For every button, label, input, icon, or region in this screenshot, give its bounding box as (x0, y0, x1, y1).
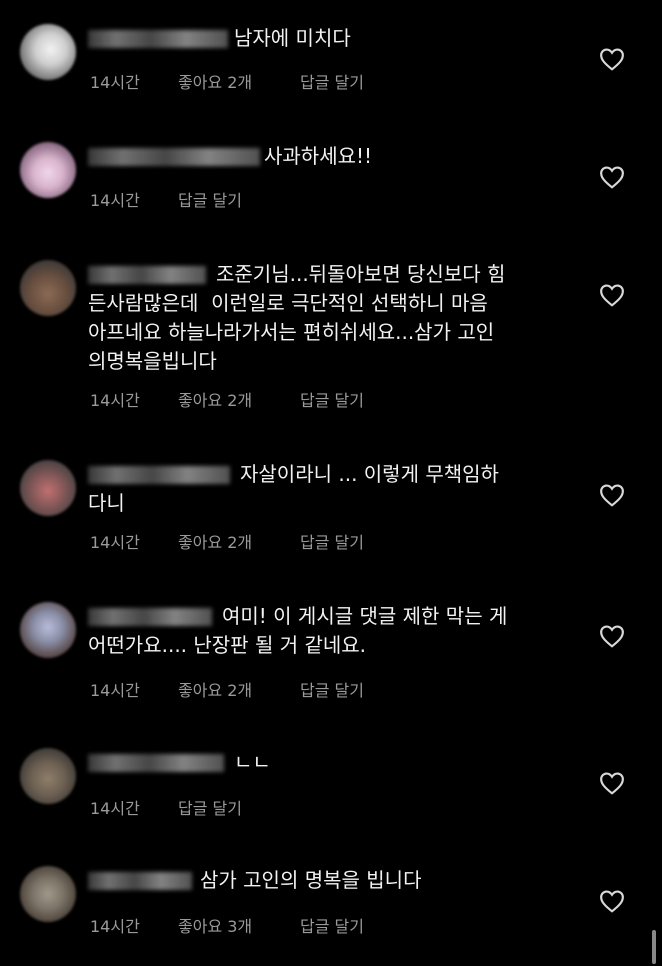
scrollbar[interactable] (652, 930, 656, 964)
comment-time: 14시간 (90, 799, 140, 818)
comment-text: 자살이라니 ... 이렇게 무책임하 다니 (88, 462, 499, 515)
avatar[interactable] (20, 866, 76, 922)
likes-count[interactable]: 좋아요 3개 (178, 913, 300, 937)
comment-time: 14시간 (90, 191, 140, 210)
avatar[interactable] (20, 260, 76, 316)
likes-count[interactable]: 좋아요 2개 (178, 677, 300, 701)
comment-meta: 14시간 답글 달기 (90, 187, 242, 211)
reply-button[interactable]: 답글 달기 (300, 69, 364, 93)
comment-text: 조준기님...뒤돌아보면 당신보다 힘 든사람많은데 이런일로 극단적인 선택하… (88, 262, 506, 373)
comment-time: 14시간 (90, 917, 140, 936)
comment-time: 14시간 (90, 73, 140, 92)
avatar[interactable] (20, 460, 76, 516)
likes-count[interactable]: 좋아요 2개 (178, 529, 300, 553)
avatar[interactable] (20, 748, 76, 804)
heart-icon[interactable] (599, 283, 625, 307)
heart-icon[interactable] (599, 624, 625, 648)
comment-meta: 14시간 좋아요 2개 답글 달기 (90, 387, 364, 411)
comment-meta: 14시간 답글 달기 (90, 795, 242, 819)
comment-meta: 14시간 좋아요 2개 답글 달기 (90, 69, 364, 93)
comment-text: 사과하세요!! (264, 144, 373, 168)
reply-button[interactable]: 답글 달기 (300, 677, 364, 701)
comment-meta: 14시간 좋아요 3개 답글 달기 (90, 913, 364, 937)
comment-text: 여미! 이 게시글 댓글 제한 막는 게 어떤가요.... 난장판 될 거 같네… (88, 604, 508, 657)
reply-button[interactable]: 답글 달기 (300, 913, 364, 937)
comment-time: 14시간 (90, 391, 140, 410)
comment-meta: 14시간 좋아요 2개 답글 달기 (90, 677, 364, 701)
heart-icon[interactable] (599, 47, 625, 71)
reply-button[interactable]: 답글 달기 (300, 529, 364, 553)
likes-count[interactable]: 좋아요 2개 (178, 69, 300, 93)
heart-icon[interactable] (599, 889, 625, 913)
avatar[interactable] (20, 24, 76, 80)
reply-button[interactable]: 답글 달기 (178, 187, 242, 211)
heart-icon[interactable] (599, 771, 625, 795)
comment-time: 14시간 (90, 681, 140, 700)
heart-icon[interactable] (599, 483, 625, 507)
heart-icon[interactable] (599, 165, 625, 189)
likes-count[interactable]: 좋아요 2개 (178, 387, 300, 411)
comment-meta: 14시간 좋아요 2개 답글 달기 (90, 529, 364, 553)
reply-button[interactable]: 답글 달기 (300, 387, 364, 411)
comment-text: 삼가 고인의 명복을 빕니다 (200, 868, 422, 892)
comment-text: 남자에 미치다 (234, 26, 351, 50)
reply-button[interactable]: 답글 달기 (178, 795, 242, 819)
comment-text: ㄴㄴ (234, 750, 271, 774)
avatar[interactable] (20, 142, 76, 198)
avatar[interactable] (20, 602, 76, 658)
comment-time: 14시간 (90, 533, 140, 552)
